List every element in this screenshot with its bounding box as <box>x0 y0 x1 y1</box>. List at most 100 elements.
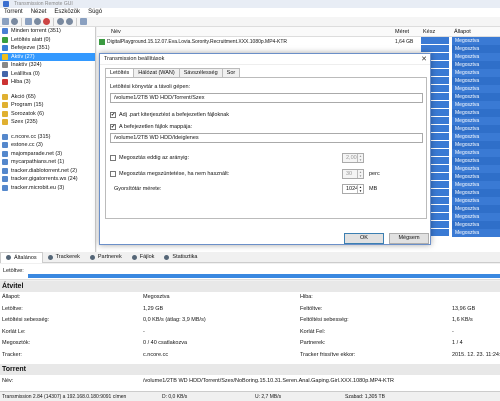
search-icon[interactable] <box>80 18 87 25</box>
transfer-label: Állapot: <box>2 294 21 300</box>
transfer-label: Feltöltési sebesség: <box>300 317 349 323</box>
menu-item[interactable]: Torrent <box>0 8 27 17</box>
sidebar-item-label: Letöltés alatt (0) <box>11 36 51 43</box>
column-header-done[interactable]: Kész <box>423 29 435 35</box>
free-space: Szabad: 1,305 TB <box>345 394 385 400</box>
details-panel: Átvitel Állapot: Megosztva Letöltve: 1,29 G… <box>0 281 500 391</box>
detail-tab[interactable]: Trackerek <box>43 252 85 263</box>
status-column: Megosztva Megosztva Megosztva Megosztva Mego… <box>452 37 500 252</box>
status-cell: Megosztva <box>452 213 500 221</box>
add-torrent-icon[interactable] <box>2 18 9 25</box>
transfer-value: c.ncore.cc <box>143 351 169 358</box>
ok-button[interactable]: OK <box>344 233 384 244</box>
detail-tab[interactable]: Statisztika <box>159 252 202 263</box>
folder-filter-list: Akció (65) Program (15) Sorozatok (6) Szex … <box>0 93 95 127</box>
detail-tab-label: Általános <box>14 254 37 261</box>
seed-ratio-checkbox[interactable] <box>110 155 116 161</box>
detail-tab[interactable]: Fájlok <box>127 252 160 263</box>
upload-speed: U: 2,7 MB/s <box>255 394 282 400</box>
sidebar-item[interactable]: mycarpathians.net (1) <box>0 158 95 167</box>
column-header-size[interactable]: Méret <box>395 29 409 35</box>
cache-size-input[interactable]: 1024 ▲ ▼ <box>342 184 364 194</box>
sidebar-item-label: tracker.diablotorrent.net (2) <box>11 167 78 174</box>
dialog-tab[interactable]: Sávszélesség <box>178 68 223 77</box>
status-bar: Transmission 2.84 (14307) a 192.168.0.18… <box>0 391 500 401</box>
idle-stop-label: Megosztás megszüntetése, ha nem használt… <box>119 171 230 177</box>
add-link-icon[interactable] <box>11 18 18 25</box>
dialog-tabs: Letöltés Hálózat (WAN) Sávszélesség Sor <box>105 68 241 77</box>
sidebar-item[interactable]: tracker.diablotorrent.net (2) <box>0 167 95 176</box>
sidebar-item[interactable]: Leállítva (0) <box>0 70 95 79</box>
title-bar: Transmission Remote GUI <box>0 0 500 8</box>
start-all-icon[interactable] <box>57 18 64 25</box>
inactive-icon <box>2 62 8 69</box>
menu-item[interactable]: Nézet <box>27 8 51 17</box>
seed-ratio-input[interactable]: 2,00 ▲ ▼ <box>342 153 364 163</box>
sidebar-item[interactable]: Inaktív (324) <box>0 61 95 70</box>
folder-icon <box>2 110 8 117</box>
tracker-icon <box>2 150 8 157</box>
status-cell: Megosztva <box>452 117 500 125</box>
peers-icon <box>89 254 95 260</box>
status-cell: Megosztva <box>452 53 500 61</box>
close-icon[interactable]: ✕ <box>421 55 427 63</box>
sidebar-item[interactable]: Minden torrent (351) <box>0 27 95 36</box>
detail-tab[interactable]: Partnerek <box>85 252 127 263</box>
menu-item[interactable]: Súgó <box>84 8 106 17</box>
transfer-value: 13,96 GB <box>452 305 476 312</box>
dialog-tab[interactable]: Hálózat (WAN) <box>133 68 180 77</box>
transfer-label: Partnerek: <box>300 340 326 346</box>
status-filter-list: Minden torrent (351) Letöltés alatt (0) Be… <box>0 27 95 87</box>
transfer-value: - <box>143 328 145 335</box>
part-extension-checkbox[interactable]: ✔ <box>110 112 116 118</box>
sidebar-item[interactable]: Sorozatok (6) <box>0 110 95 119</box>
column-header-status[interactable]: Állapot <box>454 29 471 35</box>
sidebar-item[interactable]: estone.cc (3) <box>0 141 95 150</box>
sidebar-item[interactable]: Akció (65) <box>0 93 95 102</box>
sidebar-item[interactable]: Letöltés alatt (0) <box>0 36 95 45</box>
seeding-icon <box>99 39 105 45</box>
idle-stop-checkbox[interactable] <box>110 171 116 177</box>
start-icon[interactable] <box>34 18 41 25</box>
cancel-button[interactable]: Mégsem <box>389 233 429 244</box>
status-cell: Megosztva <box>452 77 500 85</box>
menu-item[interactable]: Eszközök <box>50 8 84 17</box>
sidebar-item[interactable]: Hiba (3) <box>0 78 95 87</box>
sidebar-item[interactable]: Program (15) <box>0 101 95 110</box>
transfer-value: Megosztva <box>143 294 170 300</box>
column-header-name[interactable]: Név <box>111 29 121 35</box>
dialog-tab[interactable]: Letöltés <box>105 68 135 77</box>
menu-bar: Torrent Nézet Eszközök Súgó <box>0 8 500 17</box>
detail-tab-label: Fájlok <box>139 254 155 260</box>
sidebar-item-label: Minden torrent (351) <box>11 28 61 35</box>
transfer-label: Korlát Le: <box>2 328 26 335</box>
download-icon <box>2 36 8 43</box>
tracker-icon <box>2 184 8 191</box>
idle-stop-input[interactable]: 30 ▲ ▼ <box>342 169 364 179</box>
sidebar-item[interactable]: c.ncore.cc (315) <box>0 133 95 142</box>
incomplete-dir-checkbox[interactable]: ✔ <box>110 124 116 130</box>
stop-all-icon[interactable] <box>66 18 73 25</box>
spin-arrows-icon[interactable]: ▲ ▼ <box>357 170 363 178</box>
progress-cell <box>421 45 449 53</box>
spin-arrows-icon[interactable]: ▲ ▼ <box>357 154 363 162</box>
sidebar-item[interactable]: majomparade.net (3) <box>0 150 95 159</box>
remove-icon[interactable] <box>43 18 50 25</box>
open-folder-icon[interactable] <box>25 18 32 25</box>
detail-tabs: Általános Trackerek Partnerek Fájlok Statisz… <box>0 251 500 263</box>
transfer-label: Hiba: <box>300 294 313 300</box>
detail-tab-label: Statisztika <box>172 254 198 260</box>
status-cell: Megosztva <box>452 173 500 181</box>
sidebar-item[interactable]: Befejezve (351) <box>0 44 95 53</box>
toolbar-separator <box>53 17 54 26</box>
detail-tab[interactable]: Általános <box>0 251 43 263</box>
download-dir-input[interactable]: /volume1/2TB WD HDD/Torrent/Szex <box>110 93 423 103</box>
sidebar-item[interactable]: Aktív (27) <box>0 52 95 61</box>
spin-arrows-icon[interactable]: ▲ ▼ <box>357 185 363 193</box>
incomplete-dir-input[interactable]: /volume1/2TB WD HDD/Ideiglenes <box>110 133 423 143</box>
dialog-tab[interactable]: Sor <box>221 68 241 77</box>
sidebar-item[interactable]: tracker.gigatorrents.ws (24) <box>0 175 95 184</box>
status-cell: Megosztva <box>452 125 500 133</box>
sidebar-item[interactable]: tracker.microbit.eu (3) <box>0 184 95 193</box>
sidebar-item[interactable]: Szex (235) <box>0 118 95 127</box>
